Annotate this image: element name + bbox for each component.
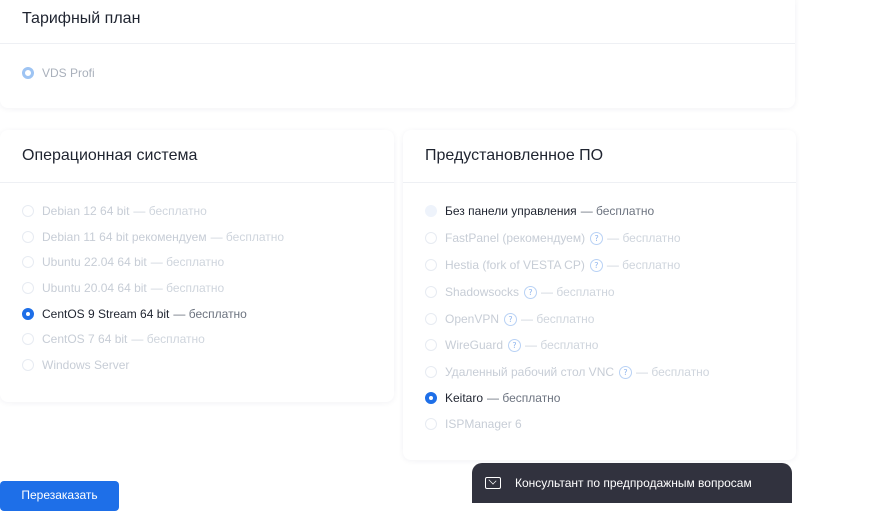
software-option-price: — бесплатно — [521, 312, 595, 326]
radio-icon — [425, 259, 437, 271]
software-option-label: FastPanel (рекомендуем) — [445, 231, 586, 245]
os-option-label: Debian 11 64 bit рекомендуем — [42, 230, 207, 244]
os-option-ubuntu-20[interactable]: Ubuntu 20.04 64 bit — бесплатно — [22, 281, 224, 295]
os-option-centos-9[interactable]: CentOS 9 Stream 64 bit — бесплатно — [22, 307, 247, 321]
software-divider — [403, 182, 796, 183]
radio-icon — [22, 205, 34, 217]
software-option-label: Shadowsocks — [445, 285, 520, 299]
radio-icon — [22, 282, 34, 294]
help-icon[interactable]: ? — [589, 258, 603, 272]
os-option-price: — бесплатно — [133, 204, 207, 218]
tariff-card: Тарифный план VDS Profi — [0, 0, 795, 108]
help-icon[interactable]: ? — [524, 285, 538, 299]
software-option-keitaro[interactable]: Keitaro — бесплатно — [425, 391, 560, 405]
radio-icon — [22, 67, 34, 79]
software-option-label: Удаленный рабочий стол VNC — [445, 365, 615, 379]
os-option-label: Ubuntu 20.04 64 bit — [42, 281, 147, 295]
os-option-windows-server[interactable]: Windows Server — [22, 358, 129, 372]
software-option-price: — бесплатно — [607, 231, 681, 245]
os-option-ubuntu-22[interactable]: Ubuntu 22.04 64 bit — бесплатно — [22, 255, 224, 269]
radio-icon — [22, 256, 34, 268]
os-option-price: — бесплатно — [210, 230, 285, 244]
software-option-price: — бесплатно — [541, 285, 615, 299]
radio-icon — [22, 333, 34, 345]
radio-icon — [425, 232, 437, 244]
software-option-wireguard[interactable]: WireGuard ? — бесплатно — [425, 338, 598, 352]
software-option-fastpanel[interactable]: FastPanel (рекомендуем) ? — бесплатно — [425, 231, 681, 245]
tariff-option-vds-profi[interactable]: VDS Profi — [22, 66, 95, 80]
software-title: Предустановленное ПО — [425, 147, 604, 164]
software-option-label: ISPManager 6 — [445, 417, 522, 431]
software-option-no-panel[interactable]: Без панели управления — бесплатно — [425, 204, 654, 218]
os-card: Операционная система Debian 12 64 bit — … — [0, 130, 394, 402]
software-option-label: Hestia (fork of VESTA CP) — [445, 258, 585, 272]
radio-icon — [425, 418, 437, 430]
software-option-hestia[interactable]: Hestia (fork of VESTA CP) ? — бесплатно — [425, 258, 680, 272]
os-option-price: — бесплатно — [150, 281, 225, 295]
os-option-price: — бесплатно — [131, 332, 205, 346]
os-title: Операционная система — [22, 147, 198, 164]
software-option-price: — бесплатно — [636, 365, 710, 379]
software-option-price: — бесплатно — [525, 338, 599, 352]
radio-selected-icon — [425, 392, 437, 404]
software-option-price: — бесплатно — [487, 391, 561, 405]
os-option-label: Debian 12 64 bit — [42, 204, 130, 218]
tariff-divider — [0, 43, 795, 44]
software-option-openvpn[interactable]: OpenVPN ? — бесплатно — [425, 312, 594, 326]
os-option-price: — бесплатно — [150, 255, 225, 269]
help-icon[interactable]: ? — [508, 338, 522, 352]
software-option-label: WireGuard — [445, 338, 504, 352]
help-icon[interactable]: ? — [619, 365, 633, 379]
os-option-label: Windows Server — [42, 358, 130, 372]
software-option-label: Keitaro — [445, 391, 484, 405]
os-option-debian-11[interactable]: Debian 11 64 bit рекомендуем — бесплатно — [22, 230, 284, 244]
software-option-price: — бесплатно — [580, 204, 655, 218]
radio-icon — [425, 205, 437, 217]
radio-icon — [425, 286, 437, 298]
software-card: Предустановленное ПО Без панели управлен… — [403, 130, 796, 460]
software-option-price: — бесплатно — [606, 258, 681, 272]
reorder-button[interactable]: Перезаказать — [0, 481, 119, 511]
software-option-label: Без панели управления — [445, 204, 577, 218]
help-icon[interactable]: ? — [504, 312, 518, 326]
tariff-title: Тарифный план — [22, 10, 141, 27]
os-option-label: CentOS 7 64 bit — [42, 332, 128, 346]
software-option-vnc[interactable]: Удаленный рабочий стол VNC ? — бесплатно — [425, 365, 709, 379]
os-option-label: Ubuntu 22.04 64 bit — [42, 255, 147, 269]
radio-selected-icon — [22, 308, 34, 320]
software-option-shadowsocks[interactable]: Shadowsocks ? — бесплатно — [425, 285, 615, 299]
radio-icon — [22, 231, 34, 243]
os-divider — [0, 182, 394, 183]
os-option-debian-12[interactable]: Debian 12 64 bit — бесплатно — [22, 204, 207, 218]
radio-icon — [425, 339, 437, 351]
os-option-price: — бесплатно — [173, 307, 247, 321]
tariff-option-label: VDS Profi — [42, 66, 95, 80]
os-option-label: CentOS 9 Stream 64 bit — [42, 307, 170, 321]
mail-icon — [485, 477, 501, 489]
os-option-centos-7[interactable]: CentOS 7 64 bit — бесплатно — [22, 332, 205, 346]
consultant-chat-label: Консультант по предпродажным вопросам — [515, 476, 752, 490]
consultant-chat-button[interactable]: Консультант по предпродажным вопросам — [472, 463, 792, 503]
software-option-ispmanager[interactable]: ISPManager 6 — [425, 417, 522, 431]
software-option-label: OpenVPN — [445, 312, 500, 326]
help-icon[interactable]: ? — [590, 231, 604, 245]
radio-icon — [425, 313, 437, 325]
radio-icon — [22, 359, 34, 371]
radio-icon — [425, 366, 437, 378]
